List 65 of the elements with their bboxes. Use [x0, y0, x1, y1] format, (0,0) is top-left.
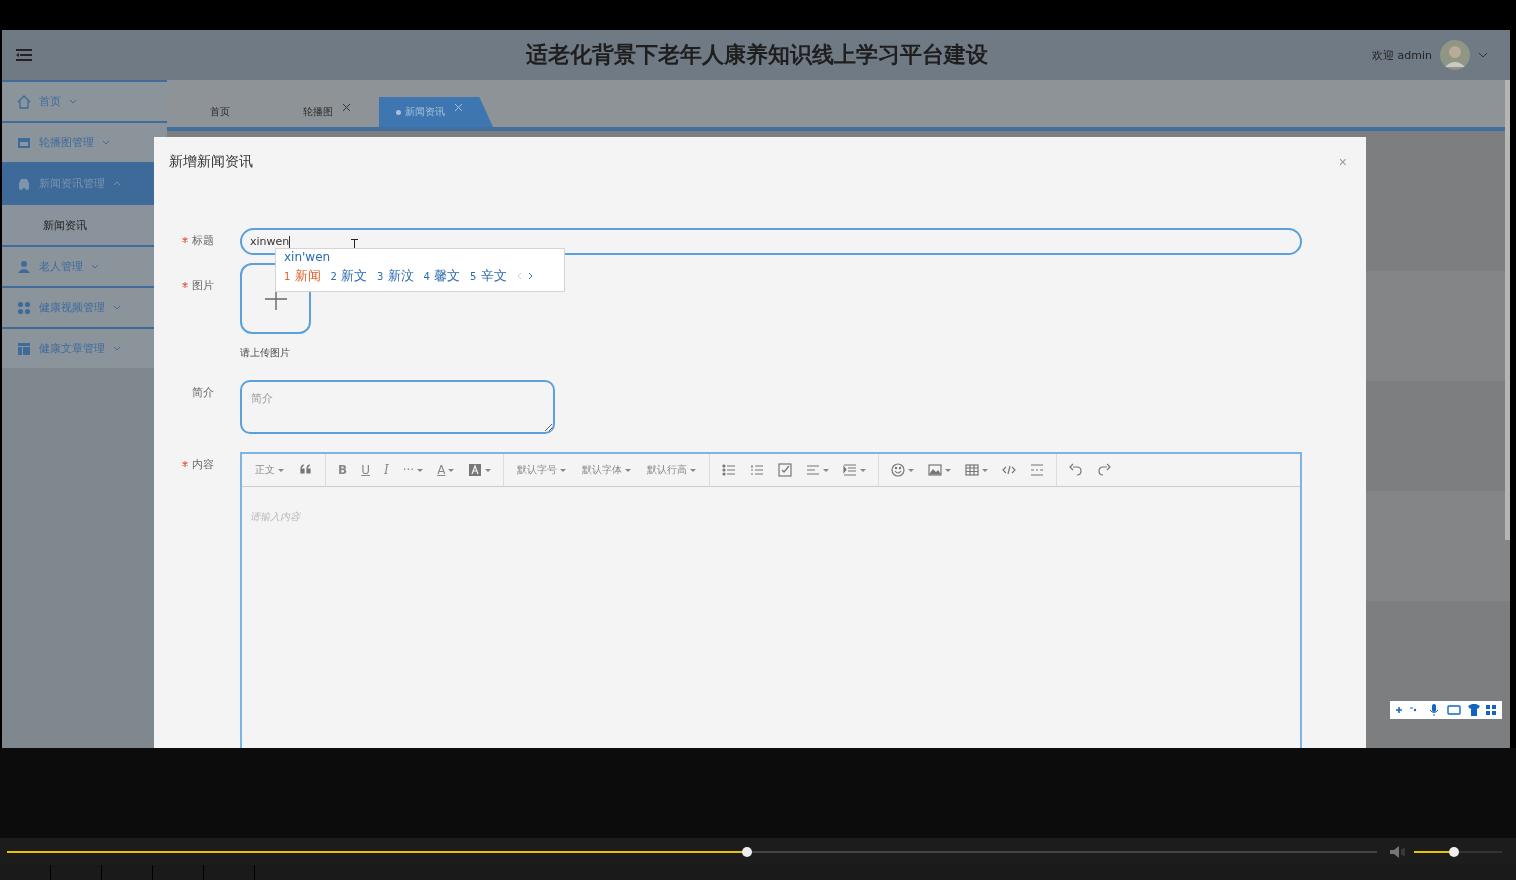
quote-icon — [299, 463, 313, 477]
app-title: 适老化背景下老年人康养知识线上学习平台建设 — [526, 41, 988, 69]
dialog-title: 新增新闻资讯 — [169, 153, 253, 171]
chevron-down-icon — [69, 99, 77, 104]
dropdown-button[interactable]: 默认字号 — [510, 458, 574, 482]
dropdown-button[interactable]: 默认行高 — [640, 458, 704, 482]
avatar-icon[interactable] — [1440, 40, 1470, 70]
numbered-list-icon — [750, 463, 765, 477]
tab[interactable]: 新闻资讯 — [379, 97, 493, 127]
ime-candidate[interactable]: 4 馨文 — [423, 267, 461, 285]
divider-icon — [1030, 463, 1045, 477]
checklist-icon — [778, 463, 793, 477]
grid-icon — [17, 300, 31, 315]
seek-thumb[interactable] — [741, 846, 752, 857]
close-icon[interactable] — [455, 103, 462, 111]
upload-hint: 请上传图片 — [240, 346, 291, 360]
dropdown-button[interactable]: 默认字体 — [575, 458, 639, 482]
sidebar-item[interactable]: 轮播图管理 — [2, 121, 167, 162]
chevron-down-icon[interactable] — [1478, 52, 1488, 58]
layout-icon — [17, 341, 31, 356]
italic-button[interactable]: I — [377, 458, 395, 482]
chevron-down-icon — [113, 346, 121, 351]
image-icon — [17, 135, 31, 150]
close-button[interactable]: × — [1334, 154, 1351, 170]
table-icon — [965, 463, 980, 477]
tab[interactable]: 轮播图 — [273, 97, 379, 127]
dropdown-button[interactable]: 正文 — [248, 458, 291, 482]
highlight-icon — [468, 463, 483, 477]
scrollbar[interactable] — [1505, 80, 1510, 540]
volume-icon[interactable] — [1390, 845, 1407, 858]
chevron-down-icon — [102, 140, 110, 145]
ime-candidate[interactable]: 5 辛文 — [470, 267, 507, 285]
required-mark-icon — [182, 282, 188, 288]
required-mark-icon — [182, 461, 188, 467]
close-icon[interactable] — [342, 103, 350, 111]
font-color-button[interactable]: A — [431, 458, 461, 482]
ime-candidate[interactable]: 1 新闻 — [284, 267, 321, 285]
indent-icon — [843, 463, 858, 477]
volume-thumb[interactable] — [1448, 846, 1459, 857]
underline-button[interactable]: U — [355, 458, 376, 482]
align-icon — [806, 463, 821, 477]
bullet-list-icon — [722, 463, 737, 477]
menu-icon[interactable] — [16, 48, 32, 62]
code-icon — [1002, 463, 1017, 477]
emoji-icon — [891, 463, 906, 477]
tab[interactable]: 首页 — [167, 97, 273, 127]
undo-icon — [1069, 463, 1084, 477]
more-button[interactable]: ··· — [396, 458, 430, 482]
sidebar-item[interactable]: 首页 — [2, 80, 167, 121]
field-label: 内容 — [154, 452, 240, 478]
bold-button[interactable]: B — [332, 458, 354, 482]
chevron-down-icon — [113, 305, 121, 310]
image-icon — [928, 463, 943, 477]
ime-candidate[interactable]: 3 新汶 — [377, 267, 414, 285]
field-label: 简介 — [191, 385, 215, 401]
ime-toolbar-icons-drawing[interactable] — [1394, 703, 1498, 717]
ime-candidate[interactable]: 2 新文 — [330, 267, 368, 285]
redo-icon — [1097, 463, 1112, 477]
chevron-down-icon — [91, 264, 99, 269]
required-mark-icon — [182, 237, 188, 243]
user-icon — [17, 259, 31, 274]
welcome-text: 欢迎 admin — [1372, 47, 1432, 63]
summary-field[interactable]: 简介 — [240, 380, 555, 434]
home-icon — [17, 94, 31, 109]
chevron-up-icon — [113, 181, 121, 186]
